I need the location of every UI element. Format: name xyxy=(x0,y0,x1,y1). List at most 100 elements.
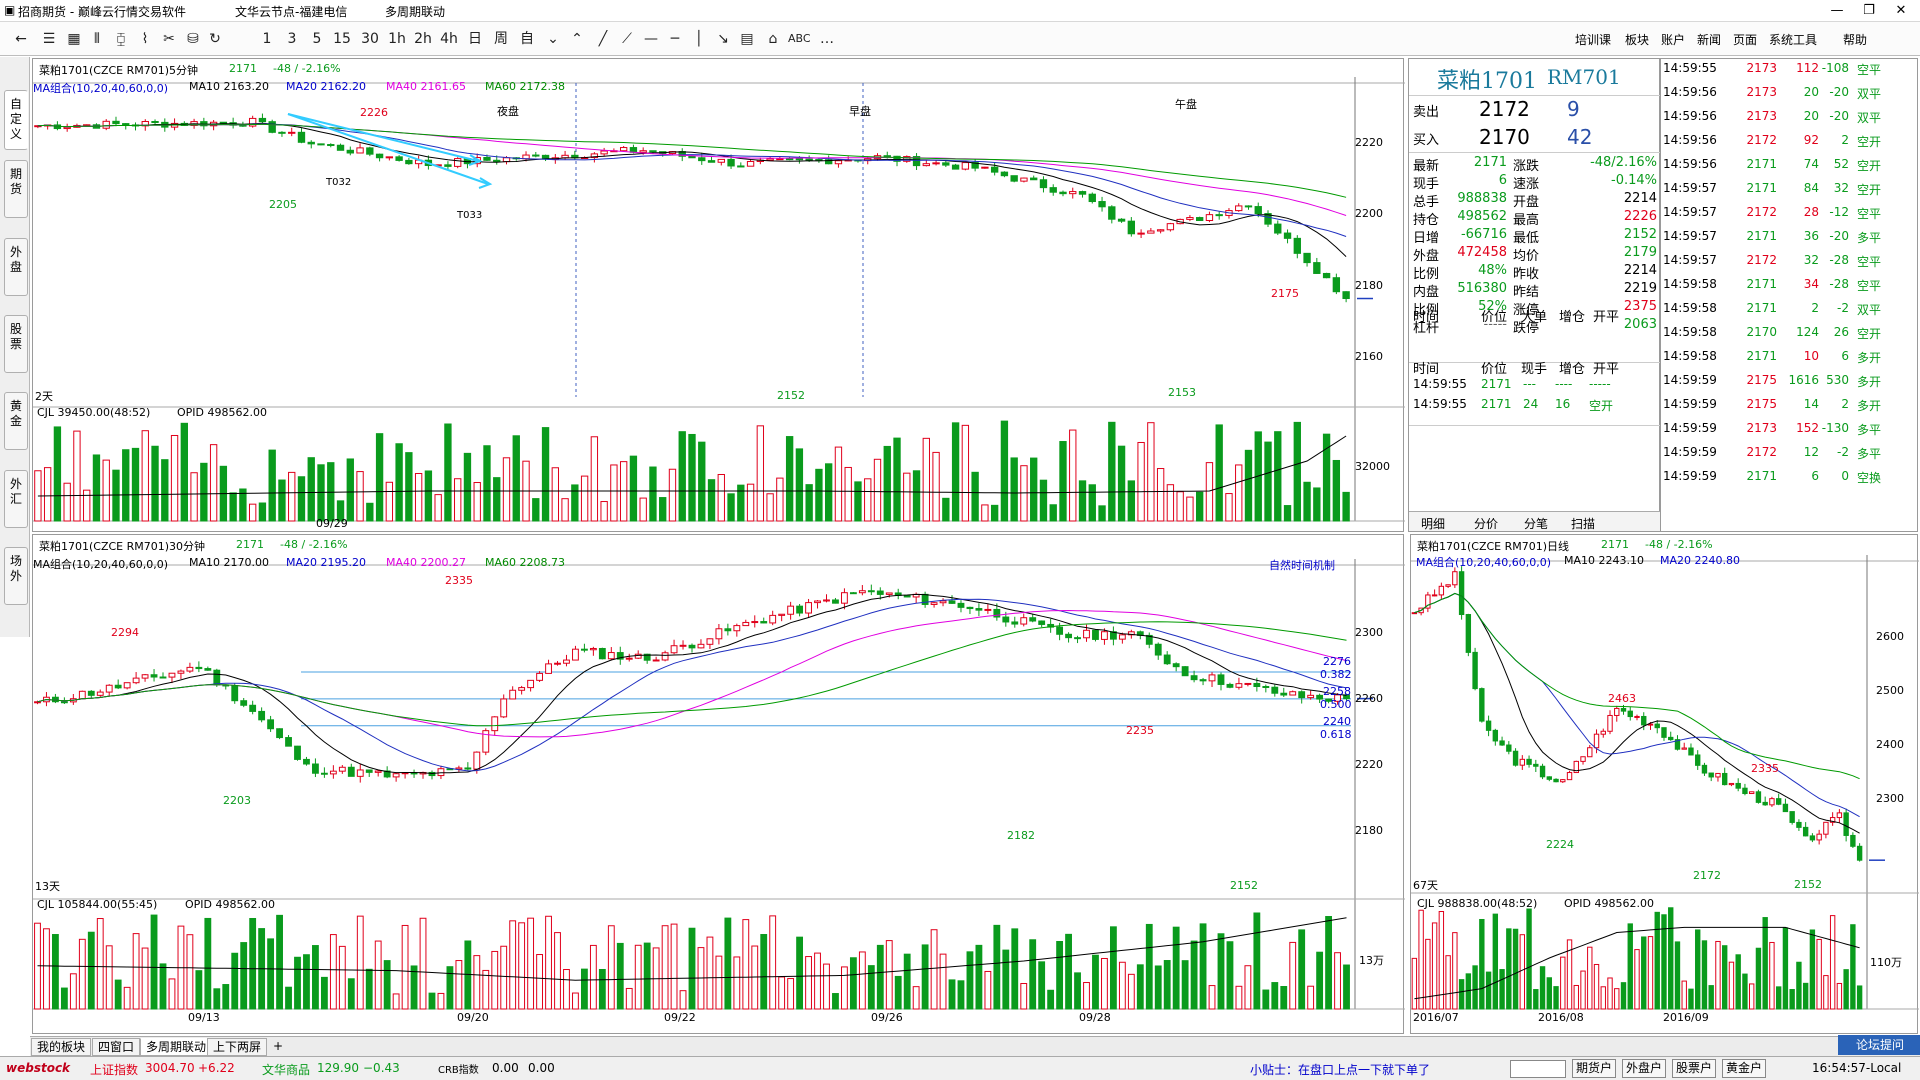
chevron-up-icon[interactable]: ⌃ xyxy=(568,28,586,50)
volume-bar xyxy=(957,980,965,1010)
add-tab-button[interactable]: + xyxy=(268,1038,288,1056)
tab-otc[interactable]: 场外 xyxy=(4,547,28,605)
list-icon[interactable]: ☰ xyxy=(40,28,58,50)
refresh-icon[interactable]: ↻ xyxy=(206,28,224,50)
sell-price[interactable]: 2172 xyxy=(1479,97,1530,121)
forum-button[interactable]: 论坛提问 xyxy=(1838,1035,1920,1055)
pin-icon[interactable]: ⌂ xyxy=(764,28,782,50)
tab-ticks[interactable]: 分笔 xyxy=(1524,515,1548,532)
tab-gold[interactable]: 黄金 xyxy=(4,392,28,450)
candle xyxy=(1458,571,1465,616)
draw-hline2-icon[interactable]: ─ xyxy=(666,28,684,50)
volume-bar xyxy=(561,498,569,522)
period-1h[interactable]: 1h xyxy=(388,28,406,50)
foreign-account-button[interactable]: 外盘户 xyxy=(1622,1059,1667,1078)
tab-detail[interactable]: 明细 xyxy=(1421,515,1445,532)
detail-cell: 24 xyxy=(1523,397,1539,411)
tab-foreign-market[interactable]: 外盘 xyxy=(4,238,28,296)
gold-account-button[interactable]: 黄金户 xyxy=(1722,1059,1767,1078)
candle xyxy=(278,131,286,134)
menu-training[interactable]: 培训课 xyxy=(1575,31,1611,48)
detail-column-header: 大单 xyxy=(1521,310,1548,325)
tab-four-windows[interactable]: 四窗口 xyxy=(92,1038,141,1056)
chart-30min-panel[interactable]: 菜粕1701(CZCE RM701)30分钟 2171 -48 / -2.16%… xyxy=(32,534,1405,1035)
volume-bar xyxy=(1137,441,1145,522)
period-15[interactable]: 15 xyxy=(333,28,351,50)
period-1[interactable]: 1 xyxy=(258,28,276,50)
draw-ray-icon[interactable]: ⟋ xyxy=(618,28,636,50)
period-2h[interactable]: 2h xyxy=(414,28,432,50)
tab-forex[interactable]: 外汇 xyxy=(4,470,28,528)
tab-scan[interactable]: 扫描 xyxy=(1571,515,1595,532)
tab-futures[interactable]: 期货 xyxy=(4,160,28,218)
save-icon[interactable]: ⛁ xyxy=(184,28,202,50)
chart-5min-panel[interactable]: 菜粕1701(CZCE RM701)5分钟 2171 -48 / -2.16% … xyxy=(32,58,1405,533)
trade-cell: 14:59:57 xyxy=(1663,229,1717,243)
trade-cell: 2173 xyxy=(1746,421,1777,435)
candle xyxy=(518,687,526,691)
tab-stocks[interactable]: 股票 xyxy=(4,315,28,373)
buy-volume[interactable]: 42 xyxy=(1567,125,1592,149)
chart-daily-canvas[interactable] xyxy=(1411,535,1919,1035)
channel-icon[interactable]: ▤ xyxy=(738,28,756,50)
volume-bar xyxy=(1289,941,1297,1010)
volume-bar xyxy=(1039,479,1048,522)
grid-icon[interactable]: ▦ xyxy=(65,28,83,50)
candle-chart-icon[interactable]: ⧮ xyxy=(112,28,130,50)
volume-bar xyxy=(518,922,526,1010)
volume-bar xyxy=(473,955,481,1010)
menu-news[interactable]: 新闻 xyxy=(1697,31,1721,48)
bar-chart-icon[interactable]: ⫴ xyxy=(88,28,106,50)
forum-label: 论坛提问 xyxy=(1856,1038,1905,1052)
menu-account[interactable]: 账户 xyxy=(1661,31,1685,48)
volume-bar xyxy=(288,471,296,522)
trade-cell: 空平 xyxy=(1857,255,1882,269)
period-week[interactable]: 周 xyxy=(492,28,510,50)
tools-icon[interactable]: ✂ xyxy=(160,28,178,50)
chart-5min-canvas[interactable] xyxy=(33,59,1405,533)
chevron-down-icon[interactable]: ⌄ xyxy=(544,28,562,50)
detail-cell: 14:59:55 xyxy=(1413,397,1467,411)
y-tick: 2200 xyxy=(1355,207,1383,220)
futures-account-button[interactable]: 期货户 xyxy=(1572,1059,1617,1078)
period-30[interactable]: 30 xyxy=(361,28,379,50)
period-4h[interactable]: 4h xyxy=(440,28,458,50)
volume-bar xyxy=(634,944,642,1010)
stock-account-button[interactable]: 股票户 xyxy=(1672,1059,1717,1078)
tab-my-sector[interactable]: 我的板块 xyxy=(31,1038,92,1056)
menu-page[interactable]: 页面 xyxy=(1733,31,1757,48)
back-icon[interactable]: ← xyxy=(12,28,30,50)
order-input[interactable] xyxy=(1510,1060,1566,1078)
candle xyxy=(1816,833,1822,841)
period-5[interactable]: 5 xyxy=(308,28,326,50)
tab-custom[interactable]: 自定义 xyxy=(4,90,28,150)
text-tool-icon[interactable]: ABC xyxy=(788,28,811,50)
line-chart-icon[interactable]: ⌇ xyxy=(136,28,154,50)
draw-vline-icon[interactable]: │ xyxy=(690,28,708,50)
period-day[interactable]: 日 xyxy=(466,28,484,50)
volume-bar xyxy=(428,992,436,1010)
volume-bar xyxy=(961,424,970,522)
candle xyxy=(1566,772,1573,781)
more-icon[interactable]: … xyxy=(818,28,836,50)
menu-sector[interactable]: 板块 xyxy=(1625,31,1649,48)
chart-daily-panel[interactable]: 菜粕1701(CZCE RM701)日线 2171 -48 / -2.16% M… xyxy=(1410,534,1919,1035)
draw-hline-icon[interactable]: — xyxy=(642,28,660,50)
candle xyxy=(1274,223,1282,234)
trade-cell: 74 xyxy=(1803,157,1819,171)
menu-system-tools[interactable]: 系统工具 xyxy=(1769,31,1817,48)
draw-line-icon[interactable]: ╱ xyxy=(594,28,612,50)
buy-price[interactable]: 2170 xyxy=(1479,125,1530,149)
chart-30min-canvas[interactable] xyxy=(33,535,1405,1035)
menu-help[interactable]: 帮助 xyxy=(1843,31,1867,48)
volume-bar xyxy=(1181,960,1189,1010)
tab-price-dist[interactable]: 分价 xyxy=(1474,515,1498,532)
arrow-icon[interactable]: ↘ xyxy=(714,28,732,50)
period-3[interactable]: 3 xyxy=(283,28,301,50)
tab-split-screen[interactable]: 上下两屏 xyxy=(207,1038,268,1056)
sell-volume[interactable]: 9 xyxy=(1567,97,1580,121)
tab-multi-period[interactable]: 多周期联动 xyxy=(140,1038,213,1056)
period-custom[interactable]: 自 xyxy=(518,28,536,50)
close-icon[interactable]: ✕ xyxy=(1878,0,1920,22)
volume-bar xyxy=(1533,989,1539,1010)
